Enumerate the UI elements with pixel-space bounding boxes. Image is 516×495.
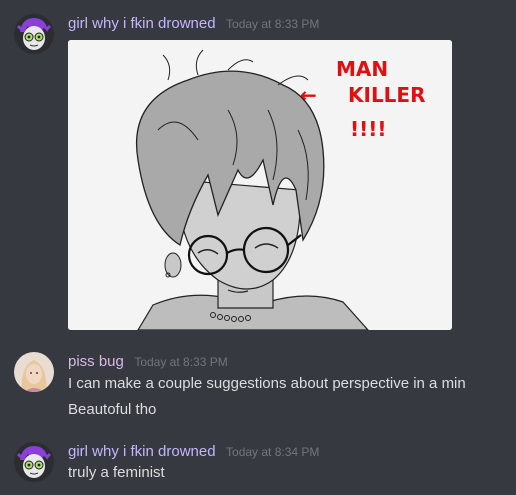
annotation-man: MAN	[336, 57, 388, 81]
message-text: Beautoful tho	[68, 401, 157, 418]
avatar[interactable]	[14, 442, 54, 482]
message-header: piss bug Today at 8:33 PM	[68, 353, 228, 371]
annotation-killer: KILLER	[348, 83, 426, 107]
message-text: I can make a couple suggestions about pe…	[68, 375, 466, 392]
message-header: girl why i fkin drowned Today at 8:33 PM	[68, 15, 319, 33]
username[interactable]: girl why i fkin drowned	[68, 15, 216, 32]
purple-haired-character-avatar-icon	[14, 14, 54, 54]
annotation-arrow: ←	[300, 83, 317, 107]
purple-haired-character-avatar-icon	[14, 442, 54, 482]
avatar[interactable]	[14, 352, 54, 392]
blonde-user-avatar-icon	[14, 352, 54, 392]
image-attachment[interactable]: MAN ← KILLER !!!!	[68, 40, 452, 330]
timestamp: Today at 8:34 PM	[226, 445, 320, 459]
message-header: girl why i fkin drowned Today at 8:34 PM	[68, 443, 319, 461]
timestamp: Today at 8:33 PM	[134, 355, 228, 369]
username[interactable]: piss bug	[68, 353, 124, 370]
username[interactable]: girl why i fkin drowned	[68, 443, 216, 460]
annotation-exclamations: !!!!	[350, 117, 386, 141]
sketch-drawing-image: MAN ← KILLER !!!!	[68, 40, 452, 330]
timestamp: Today at 8:33 PM	[226, 17, 320, 31]
avatar[interactable]	[14, 14, 54, 54]
message-text: truly a feminist	[68, 464, 165, 481]
